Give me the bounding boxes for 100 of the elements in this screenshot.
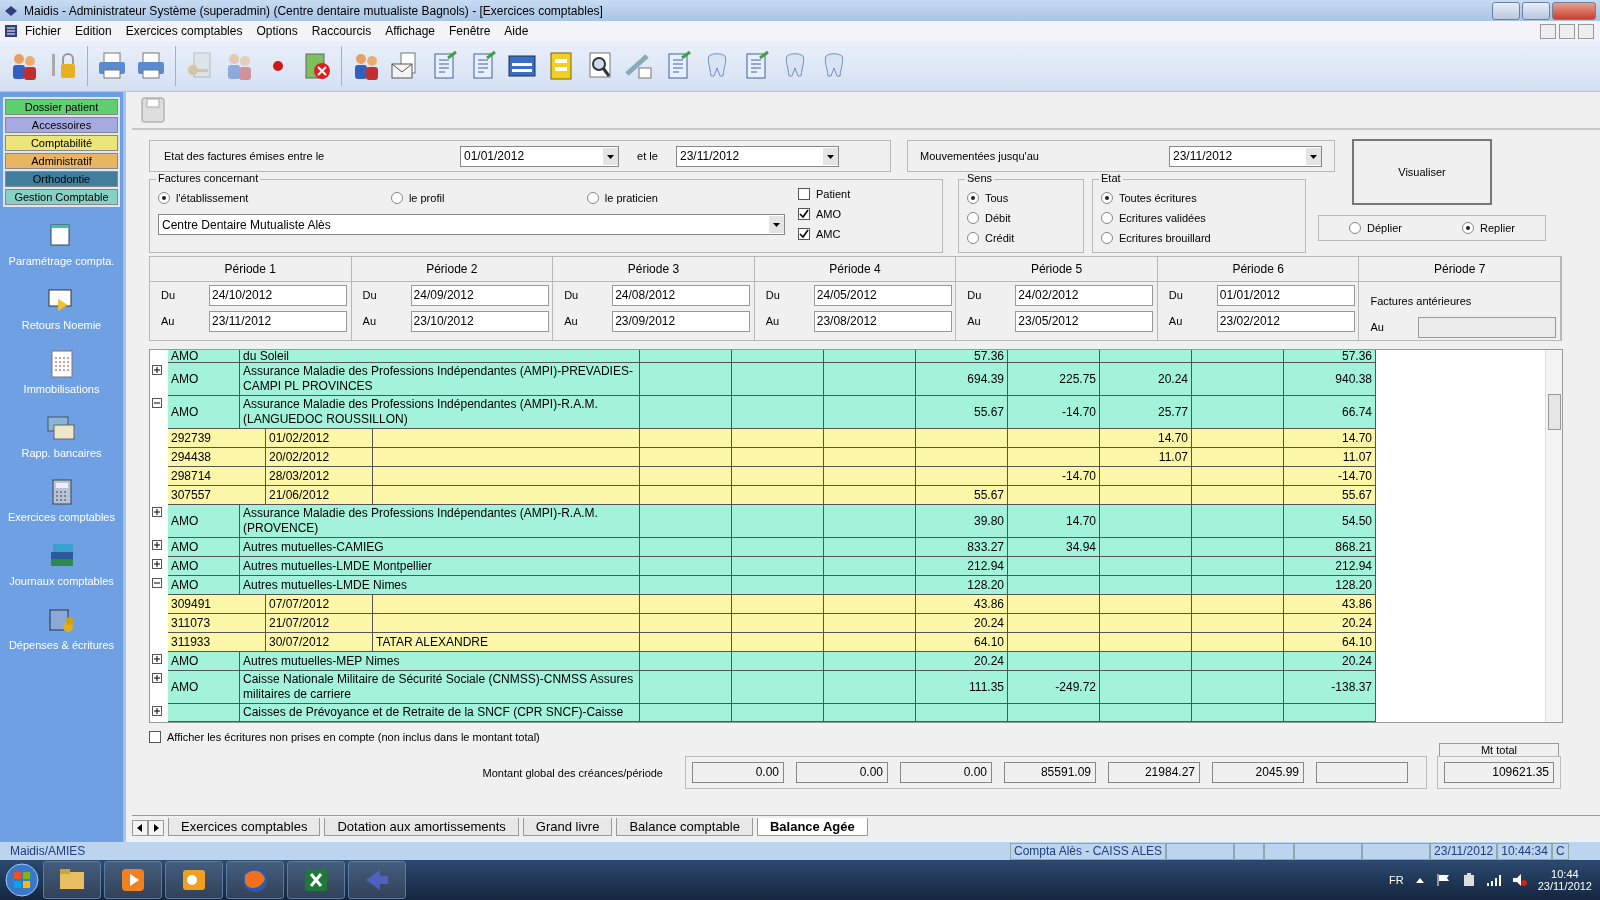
restore-button[interactable] (1559, 23, 1575, 39)
menu-item[interactable]: Exercices comptables (118, 24, 250, 38)
menu-item[interactable]: Fichier (18, 24, 68, 38)
radio-button[interactable] (967, 212, 979, 224)
taskbar-button[interactable] (287, 861, 345, 899)
date-field[interactable]: 24/09/2012 (410, 284, 549, 306)
caret-icon (1306, 147, 1321, 165)
close-button[interactable] (1552, 1, 1596, 20)
field-label: Au (967, 315, 982, 327)
date-dropdown[interactable]: 01/01/2012 (460, 145, 619, 167)
table-cell: 309491 (168, 595, 266, 614)
period-header: Période 5 (956, 257, 1157, 282)
taskbar-button[interactable] (165, 861, 223, 899)
radio-button[interactable] (1101, 192, 1113, 204)
total-label: Mt total (1439, 743, 1559, 756)
category-button[interactable]: Comptabilité (5, 135, 118, 151)
signal-icon[interactable] (1485, 873, 1502, 887)
radio-button[interactable] (586, 192, 599, 204)
expand-icon[interactable] (152, 706, 162, 716)
expand-icon[interactable] (152, 507, 162, 517)
expand-icon[interactable] (152, 673, 162, 683)
tab[interactable]: Dotation aux amortissements (324, 818, 519, 836)
checkbox[interactable] (798, 208, 810, 220)
radio-button[interactable] (967, 192, 979, 204)
tab[interactable]: Grand livre (522, 818, 613, 836)
table-cell: Assurance Maladie des Professions Indépendantes (AMPI)-PREVADIES-CAMPI PL PROVINCES (240, 363, 640, 396)
expand-icon[interactable] (152, 540, 162, 550)
menu-item[interactable]: Raccourcis (304, 24, 379, 38)
table-cell: 57.36 (916, 350, 1008, 363)
date-field[interactable]: 23/05/2012 (1015, 310, 1154, 332)
category-button[interactable]: Orthodontie (5, 171, 118, 187)
radio-button[interactable] (1101, 212, 1113, 224)
menu-item[interactable]: Affichage (378, 24, 442, 38)
expand-icon[interactable] (152, 654, 162, 664)
table-cell: Caisses de Prévoyance et de Retraite de la SNCF (CPR SNCF)-Caisse (240, 704, 640, 722)
radio-button[interactable] (158, 192, 170, 204)
table-cell: 833.27 (916, 538, 1008, 557)
date-field[interactable]: 24/08/2012 (612, 284, 751, 306)
menu-item[interactable]: Edition (68, 24, 119, 38)
checkbox[interactable] (798, 188, 810, 200)
date-field[interactable]: 24/05/2012 (813, 284, 952, 306)
category-button[interactable]: Accessoires (5, 117, 118, 133)
table-cell: 298714 (168, 467, 266, 486)
previous-icon[interactable] (132, 820, 148, 836)
next-icon[interactable] (148, 820, 164, 836)
power-icon[interactable] (1461, 873, 1476, 887)
expand-icon[interactable] (152, 365, 162, 375)
clock-date[interactable]: 23/11/2012 (1537, 880, 1592, 892)
radio-button[interactable] (1349, 222, 1362, 234)
date-field[interactable]: 24/02/2012 (1015, 284, 1154, 306)
table-cell: 14.70 (1100, 429, 1192, 448)
taskbar-button[interactable] (104, 861, 162, 899)
scrollbar[interactable] (1545, 350, 1562, 722)
checkbox[interactable] (798, 228, 810, 240)
table-cell: 34.94 (1008, 538, 1100, 557)
document-icon[interactable] (4, 24, 18, 38)
category-button[interactable]: Administratif (5, 153, 118, 169)
field-label: Du (1168, 289, 1184, 301)
maximize-button[interactable] (1522, 1, 1550, 20)
category-button[interactable]: Dossier patient (5, 99, 118, 115)
menu-item[interactable]: Fenêtre (442, 24, 498, 38)
option-label: le praticien (604, 192, 658, 204)
category-button[interactable]: Gestion Comptable (5, 189, 118, 205)
date-field[interactable]: 23/11/2012 (209, 310, 347, 332)
expand-icon[interactable] (152, 559, 162, 569)
clock-time[interactable]: 10:44 (1551, 868, 1579, 880)
collapse-icon[interactable] (152, 578, 162, 588)
tab[interactable]: Balance comptable (616, 818, 753, 836)
language-indicator[interactable]: FR (1389, 874, 1404, 886)
date-field[interactable]: 23/09/2012 (612, 310, 751, 332)
minimize-button[interactable] (1492, 1, 1520, 20)
view-button[interactable]: Visualiser (1352, 139, 1492, 205)
radio-button[interactable] (1101, 232, 1113, 244)
date-dropdown[interactable]: 23/11/2012 (1169, 145, 1322, 167)
table-cell: 55.67 (1284, 486, 1376, 505)
tab[interactable]: Exercices comptables (168, 818, 321, 836)
speaker-icon[interactable] (1511, 873, 1528, 887)
flag-icon[interactable] (1435, 873, 1452, 887)
cards-icon[interactable] (46, 413, 77, 443)
minimize-button[interactable] (1540, 23, 1556, 39)
date-dropdown[interactable]: 23/11/2012 (676, 145, 839, 167)
table-cell: 212.94 (1284, 557, 1376, 576)
tab[interactable]: Balance Agée (756, 818, 868, 836)
establishment-dropdown[interactable]: Centre Dentaire Mutualiste Alès (158, 214, 785, 235)
date-field[interactable] (1418, 316, 1557, 338)
start-button[interactable] (4, 862, 40, 898)
date-field[interactable]: 23/08/2012 (813, 310, 952, 332)
date-field[interactable]: 01/01/2012 (1216, 284, 1355, 306)
radio-button[interactable] (390, 192, 403, 204)
date-field[interactable]: 24/10/2012 (209, 284, 347, 306)
radio-button[interactable] (967, 232, 979, 244)
checkbox[interactable] (149, 731, 161, 743)
date-field[interactable]: 23/10/2012 (410, 310, 549, 332)
collapse-icon[interactable] (152, 398, 162, 408)
close-button[interactable] (1578, 23, 1594, 39)
taskbar-button[interactable] (43, 861, 101, 899)
date-field[interactable]: 23/02/2012 (1216, 310, 1355, 332)
radio-button[interactable] (1462, 222, 1475, 234)
menu-item[interactable]: Options (249, 24, 305, 38)
menu-item[interactable]: Aide (497, 24, 536, 38)
